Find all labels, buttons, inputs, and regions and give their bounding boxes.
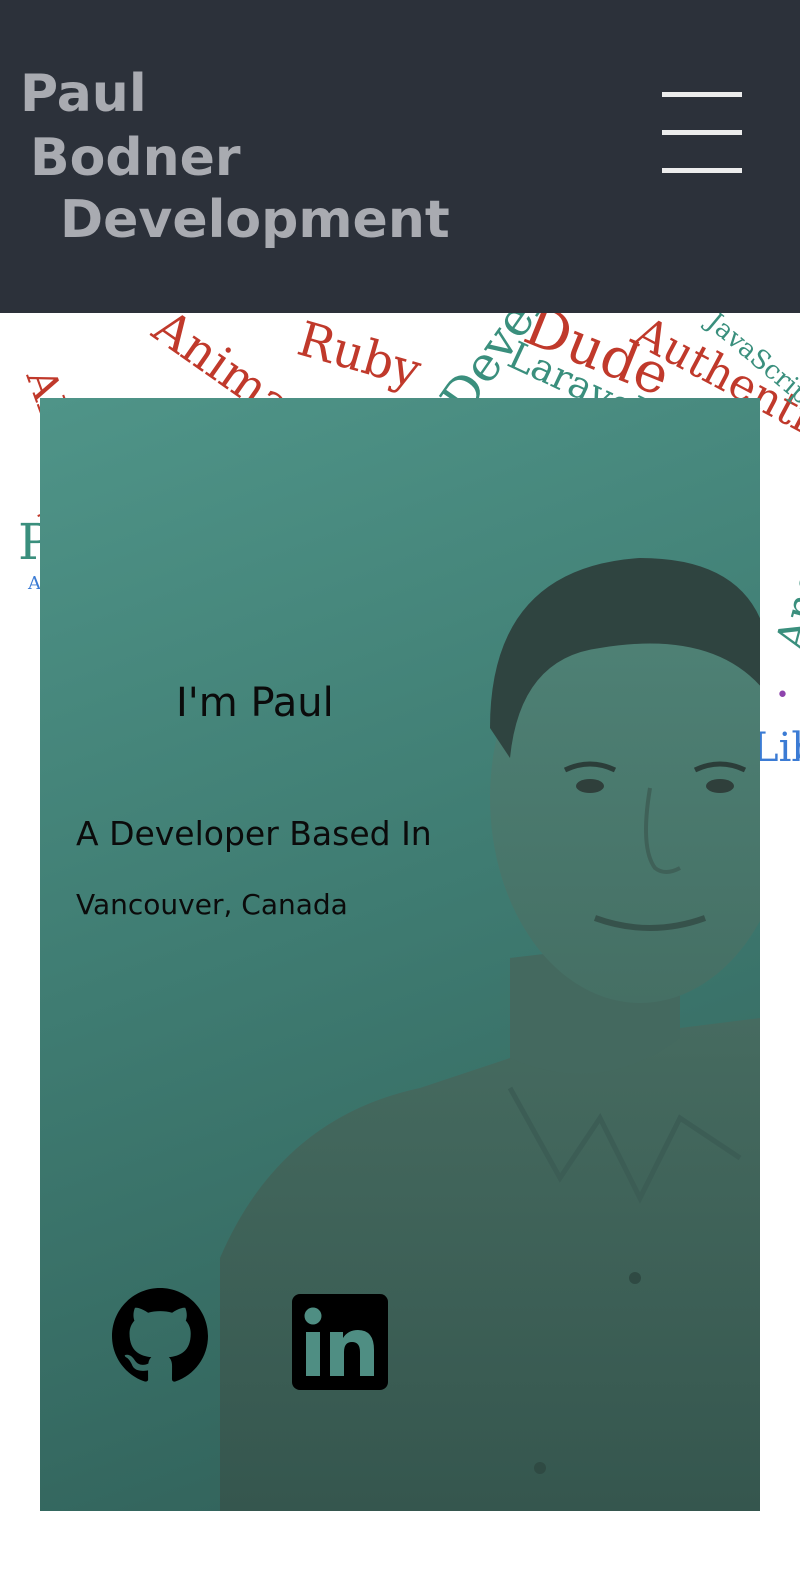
github-icon[interactable] bbox=[112, 1288, 208, 1384]
cloud-glyph: • bbox=[776, 683, 789, 708]
brand-line-1: Paul bbox=[20, 64, 147, 124]
brand-line-2: Bodner bbox=[30, 128, 241, 188]
cloud-word: Ruby bbox=[291, 313, 428, 400]
hero-role: A Developer Based In bbox=[76, 814, 432, 853]
hero-card: I'm Paul A Developer Based In Vancouver,… bbox=[40, 398, 760, 1511]
hero-location: Vancouver, Canada bbox=[76, 888, 348, 921]
hamburger-menu-icon[interactable] bbox=[662, 92, 744, 174]
site-header: Paul Bodner Development bbox=[0, 0, 800, 313]
cloud-word: Angular bbox=[766, 478, 800, 656]
menu-bar bbox=[662, 130, 742, 135]
menu-bar bbox=[662, 168, 742, 173]
hero-greeting: I'm Paul bbox=[176, 680, 334, 726]
menu-bar bbox=[662, 92, 742, 97]
linkedin-icon[interactable] bbox=[292, 1294, 388, 1390]
brand-line-3: Development bbox=[60, 190, 450, 250]
